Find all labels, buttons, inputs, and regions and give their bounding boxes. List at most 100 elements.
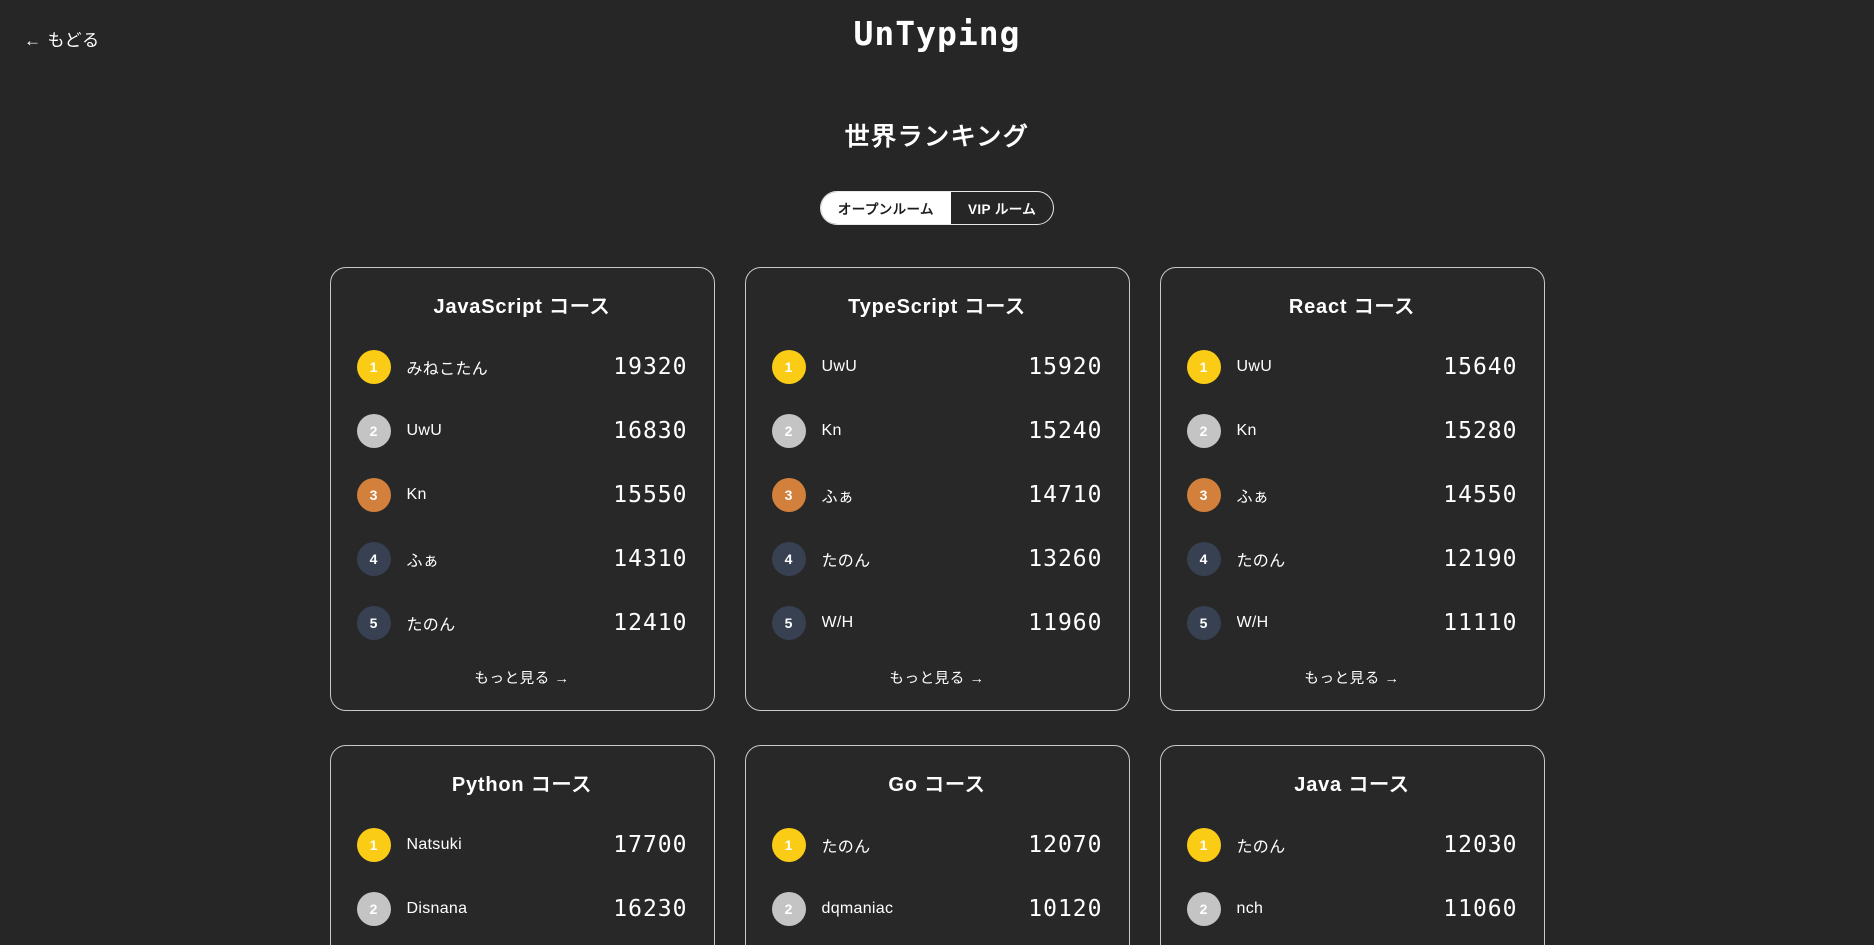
player-score: 12070 [1028, 832, 1102, 858]
course-ranking-grid: JavaScript コース1みねこたん193202UwU168303Kn155… [330, 267, 1545, 945]
ranking-row: 4 ふぁ14310 [357, 527, 688, 591]
player-name: たのん [822, 547, 1029, 571]
course-card: Go コース1たのん120702dqmaniac10120もっと見る → [745, 745, 1130, 945]
ranking-row: 5 W/H11110 [1187, 591, 1518, 655]
player-score: 19320 [613, 354, 687, 380]
course-card: TypeScript コース1UwU159202Kn152403ふぁ147104… [745, 267, 1130, 711]
rank-badge: 5 [357, 606, 391, 640]
player-name: Kn [407, 486, 614, 504]
rank-badge: 5 [1187, 606, 1221, 640]
rank-badge: 4 [357, 542, 391, 576]
player-name: UwU [822, 358, 1029, 376]
player-score: 15920 [1028, 354, 1102, 380]
ranking-row: 2 UwU16830 [357, 399, 688, 463]
ranking-list: 1 Natsuki17700 2Disnana16230 [357, 813, 688, 941]
course-card-title: Java コース [1187, 768, 1518, 797]
player-name: Disnana [407, 900, 614, 918]
ranking-row: 2 nch11060 [1187, 877, 1518, 941]
course-card-title: Go コース [772, 768, 1103, 797]
player-score: 12190 [1443, 546, 1517, 572]
player-name: UwU [407, 422, 614, 440]
player-name: nch [1237, 900, 1444, 918]
rank-badge: 2 [1187, 414, 1221, 448]
rank-badge: 2 [357, 414, 391, 448]
player-score: 14310 [613, 546, 687, 572]
player-score: 16230 [613, 896, 687, 922]
ranking-row: 1UwU15920 [772, 335, 1103, 399]
player-score: 15280 [1443, 418, 1517, 444]
player-score: 10120 [1028, 896, 1102, 922]
ranking-list: 1 たのん12070 2 dqmaniac10120 [772, 813, 1103, 941]
rank-badge: 4 [772, 542, 806, 576]
player-name: たのん [407, 611, 614, 635]
course-card-title: React コース [1187, 290, 1518, 319]
player-score: 16830 [613, 418, 687, 444]
player-name: たのん [822, 833, 1029, 857]
ranking-row: 1 たのん12030 [1187, 813, 1518, 877]
player-name: ふぁ [407, 547, 614, 571]
room-tab-0[interactable]: オープンルーム [821, 192, 951, 224]
course-card-title: TypeScript コース [772, 290, 1103, 319]
ranking-row: 1 Natsuki17700 [357, 813, 688, 877]
player-score: 11060 [1443, 896, 1517, 922]
rank-badge: 1 [1187, 350, 1221, 384]
player-name: ふぁ [1237, 483, 1444, 507]
player-score: 11110 [1443, 610, 1517, 636]
player-name: W/H [1237, 614, 1444, 632]
ranking-row: 1 たのん12070 [772, 813, 1103, 877]
ranking-row: 2 dqmaniac10120 [772, 877, 1103, 941]
top-bar: ←もどる UnTyping [0, 0, 1874, 72]
course-card: Python コース1Natsuki177002Disnana16230もっと見… [330, 745, 715, 945]
course-card: Java コース1たのん120302nch11060もっと見る → [1160, 745, 1545, 945]
page-title: 世界ランキング [0, 117, 1874, 153]
ranking-row: 2 Kn15240 [772, 399, 1103, 463]
ranking-row: 3Kn15550 [357, 463, 688, 527]
course-card: JavaScript コース 1 みねこたん19320 2 UwU16830 3Kn155… [330, 267, 715, 711]
ranking-row: 3ふぁ14710 [772, 463, 1103, 527]
player-name: UwU [1237, 358, 1444, 376]
player-name: みねこたん [407, 355, 614, 379]
rank-badge: 1 [357, 350, 391, 384]
player-score: 11960 [1028, 610, 1102, 636]
player-name: Kn [822, 422, 1029, 440]
ranking-list: 1 みねこたん19320 2 UwU16830 3Kn15550 4 ふぁ14310 5 たのん… [357, 335, 688, 655]
course-card-title: JavaScript コース [357, 290, 688, 319]
ranking-list: 1 たのん12030 2 nch11060 [1187, 813, 1518, 941]
ranking-list: 1UwU156402Kn152803ふぁ145504たのん121905W/H11… [1187, 335, 1518, 655]
rank-badge: 3 [1187, 478, 1221, 512]
player-score: 15640 [1443, 354, 1517, 380]
show-more-link[interactable]: もっと見る → [357, 661, 688, 690]
rank-badge: 2 [772, 414, 806, 448]
player-name: Natsuki [407, 836, 614, 854]
room-tab-1[interactable]: VIP ルーム [951, 192, 1053, 224]
rank-badge: 1 [357, 828, 391, 862]
show-more-link[interactable]: もっと見る → [772, 661, 1103, 690]
player-name: dqmaniac [822, 900, 1029, 918]
ranking-row: 4たのん12190 [1187, 527, 1518, 591]
rank-badge: 1 [772, 828, 806, 862]
player-score: 17700 [613, 832, 687, 858]
course-card: React コース1UwU156402Kn152803ふぁ145504たのん12… [1160, 267, 1545, 711]
room-filter-toolbar: オープンルームVIP ルーム [0, 191, 1874, 225]
rank-badge: 5 [772, 606, 806, 640]
rank-badge: 1 [1187, 828, 1221, 862]
player-score: 12030 [1443, 832, 1517, 858]
player-name: たのん [1237, 833, 1444, 857]
app-title: UnTyping [0, 14, 1874, 53]
ranking-row: 2Disnana16230 [357, 877, 688, 941]
rank-badge: 2 [772, 892, 806, 926]
player-score: 15550 [613, 482, 687, 508]
ranking-row: 3 ふぁ14550 [1187, 463, 1518, 527]
ranking-row: 4 たのん13260 [772, 527, 1103, 591]
ranking-row: 5たのん12410 [357, 591, 688, 655]
ranking-row: 1 みねこたん19320 [357, 335, 688, 399]
player-score: 14710 [1028, 482, 1102, 508]
player-score: 14550 [1443, 482, 1517, 508]
player-name: ふぁ [822, 483, 1029, 507]
show-more-link[interactable]: もっと見る → [1187, 661, 1518, 690]
ranking-row: 1 UwU15640 [1187, 335, 1518, 399]
player-score: 13260 [1028, 546, 1102, 572]
course-card-title: Python コース [357, 768, 688, 797]
player-score: 15240 [1028, 418, 1102, 444]
rank-badge: 2 [1187, 892, 1221, 926]
